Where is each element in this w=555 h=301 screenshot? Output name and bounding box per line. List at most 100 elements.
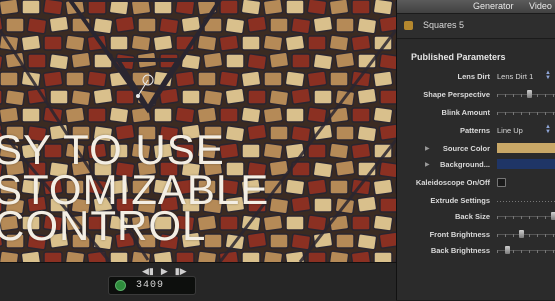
tile — [87, 107, 107, 123]
param-row-back-size: Back Size — [397, 208, 555, 226]
background-color-well[interactable] — [497, 159, 555, 169]
popup-arrows-icon[interactable]: ▲ ▼ — [545, 124, 551, 135]
tile — [284, 142, 306, 160]
tile — [268, 89, 290, 107]
tile — [269, 125, 289, 141]
tile — [175, 251, 195, 262]
tile — [247, 89, 267, 105]
tile — [372, 70, 394, 88]
tile — [27, 53, 47, 69]
param-row-background: ▶ Background... — [397, 156, 555, 174]
tile — [307, 251, 327, 262]
param-label: Patterns — [459, 126, 490, 135]
tile — [130, 250, 152, 262]
kaleidoscope-checkbox[interactable] — [497, 178, 506, 187]
tile — [290, 87, 312, 105]
tile — [329, 179, 349, 195]
tile — [5, 17, 25, 33]
tile — [115, 89, 135, 105]
tile — [379, 89, 396, 105]
source-color-well[interactable] — [497, 143, 555, 153]
tile — [306, 178, 328, 196]
tile — [268, 197, 290, 215]
tile — [312, 161, 334, 179]
disclosure-triangle-icon[interactable]: ▶ — [425, 145, 430, 152]
tile — [0, 106, 20, 124]
record-indicator-icon — [115, 280, 126, 291]
tile — [43, 251, 63, 262]
param-label: Source Color — [442, 144, 490, 153]
param-row-shape-perspective: Shape Perspective — [397, 86, 555, 104]
back-size-slider[interactable] — [497, 212, 555, 220]
shape-perspective-slider[interactable] — [497, 90, 555, 98]
canvas-viewer[interactable]: SY TO USE STOMIZABLE CONTROL — [0, 0, 396, 300]
param-row-patterns: Patterns Line Up ▲ ▼ — [397, 122, 555, 140]
tile — [158, 17, 180, 35]
tile — [335, 125, 355, 141]
tile — [196, 106, 218, 124]
tile — [246, 123, 268, 141]
popup-arrows-icon[interactable]: ▲ ▼ — [545, 70, 551, 81]
tile — [196, 250, 218, 262]
tile — [224, 17, 246, 35]
front-brightness-slider[interactable] — [497, 230, 555, 238]
disclosure-triangle-icon[interactable]: ▶ — [425, 161, 430, 168]
tile — [241, 251, 261, 262]
tile — [285, 215, 305, 231]
slider-knob[interactable] — [505, 246, 510, 254]
tile — [70, 51, 92, 69]
tile — [130, 0, 152, 16]
tile — [114, 15, 136, 33]
slider-knob[interactable] — [519, 230, 524, 238]
tile — [153, 0, 173, 15]
tile — [246, 231, 268, 249]
tile — [0, 71, 19, 87]
tile — [20, 250, 42, 262]
tile — [285, 0, 305, 15]
tile — [0, 89, 3, 105]
tile — [373, 251, 393, 262]
tile — [0, 0, 20, 16]
tile — [335, 17, 355, 33]
tile — [49, 89, 69, 105]
tile — [378, 15, 396, 33]
tile — [203, 233, 223, 249]
tile — [42, 0, 64, 16]
tile — [291, 53, 311, 69]
tile — [372, 178, 394, 196]
tile — [285, 107, 305, 123]
tile — [20, 34, 42, 52]
tile — [378, 123, 396, 141]
back-brightness-slider[interactable] — [497, 246, 555, 254]
tile — [109, 35, 129, 51]
slider-knob[interactable] — [551, 212, 555, 220]
tile — [356, 17, 378, 35]
tile — [328, 142, 350, 160]
tile — [225, 53, 245, 69]
tile — [378, 161, 396, 179]
tile — [92, 87, 114, 105]
tile — [180, 15, 202, 33]
slider-knob[interactable] — [527, 90, 532, 98]
tab-generator[interactable]: Generator — [473, 1, 514, 11]
tile — [290, 17, 312, 35]
tile — [335, 233, 355, 249]
timecode-display[interactable]: 3409 — [108, 276, 196, 295]
lens-dirt-popup[interactable]: Lens Dirt 1 — [497, 72, 533, 81]
generator-name: Squares 5 — [423, 20, 465, 30]
tile — [263, 71, 283, 87]
param-label: Background... — [439, 160, 490, 169]
tile — [269, 17, 289, 33]
tile — [268, 51, 290, 69]
patterns-popup[interactable]: Line Up — [497, 126, 523, 135]
tile — [306, 0, 328, 16]
tile — [312, 15, 334, 33]
tile — [65, 71, 85, 87]
tab-video[interactable]: Video — [529, 1, 552, 11]
blink-amount-slider[interactable] — [497, 112, 555, 115]
param-label: Blink Amount — [441, 108, 490, 117]
tile — [356, 233, 378, 251]
tile — [241, 143, 261, 159]
tile — [70, 89, 92, 107]
tile — [108, 0, 130, 16]
